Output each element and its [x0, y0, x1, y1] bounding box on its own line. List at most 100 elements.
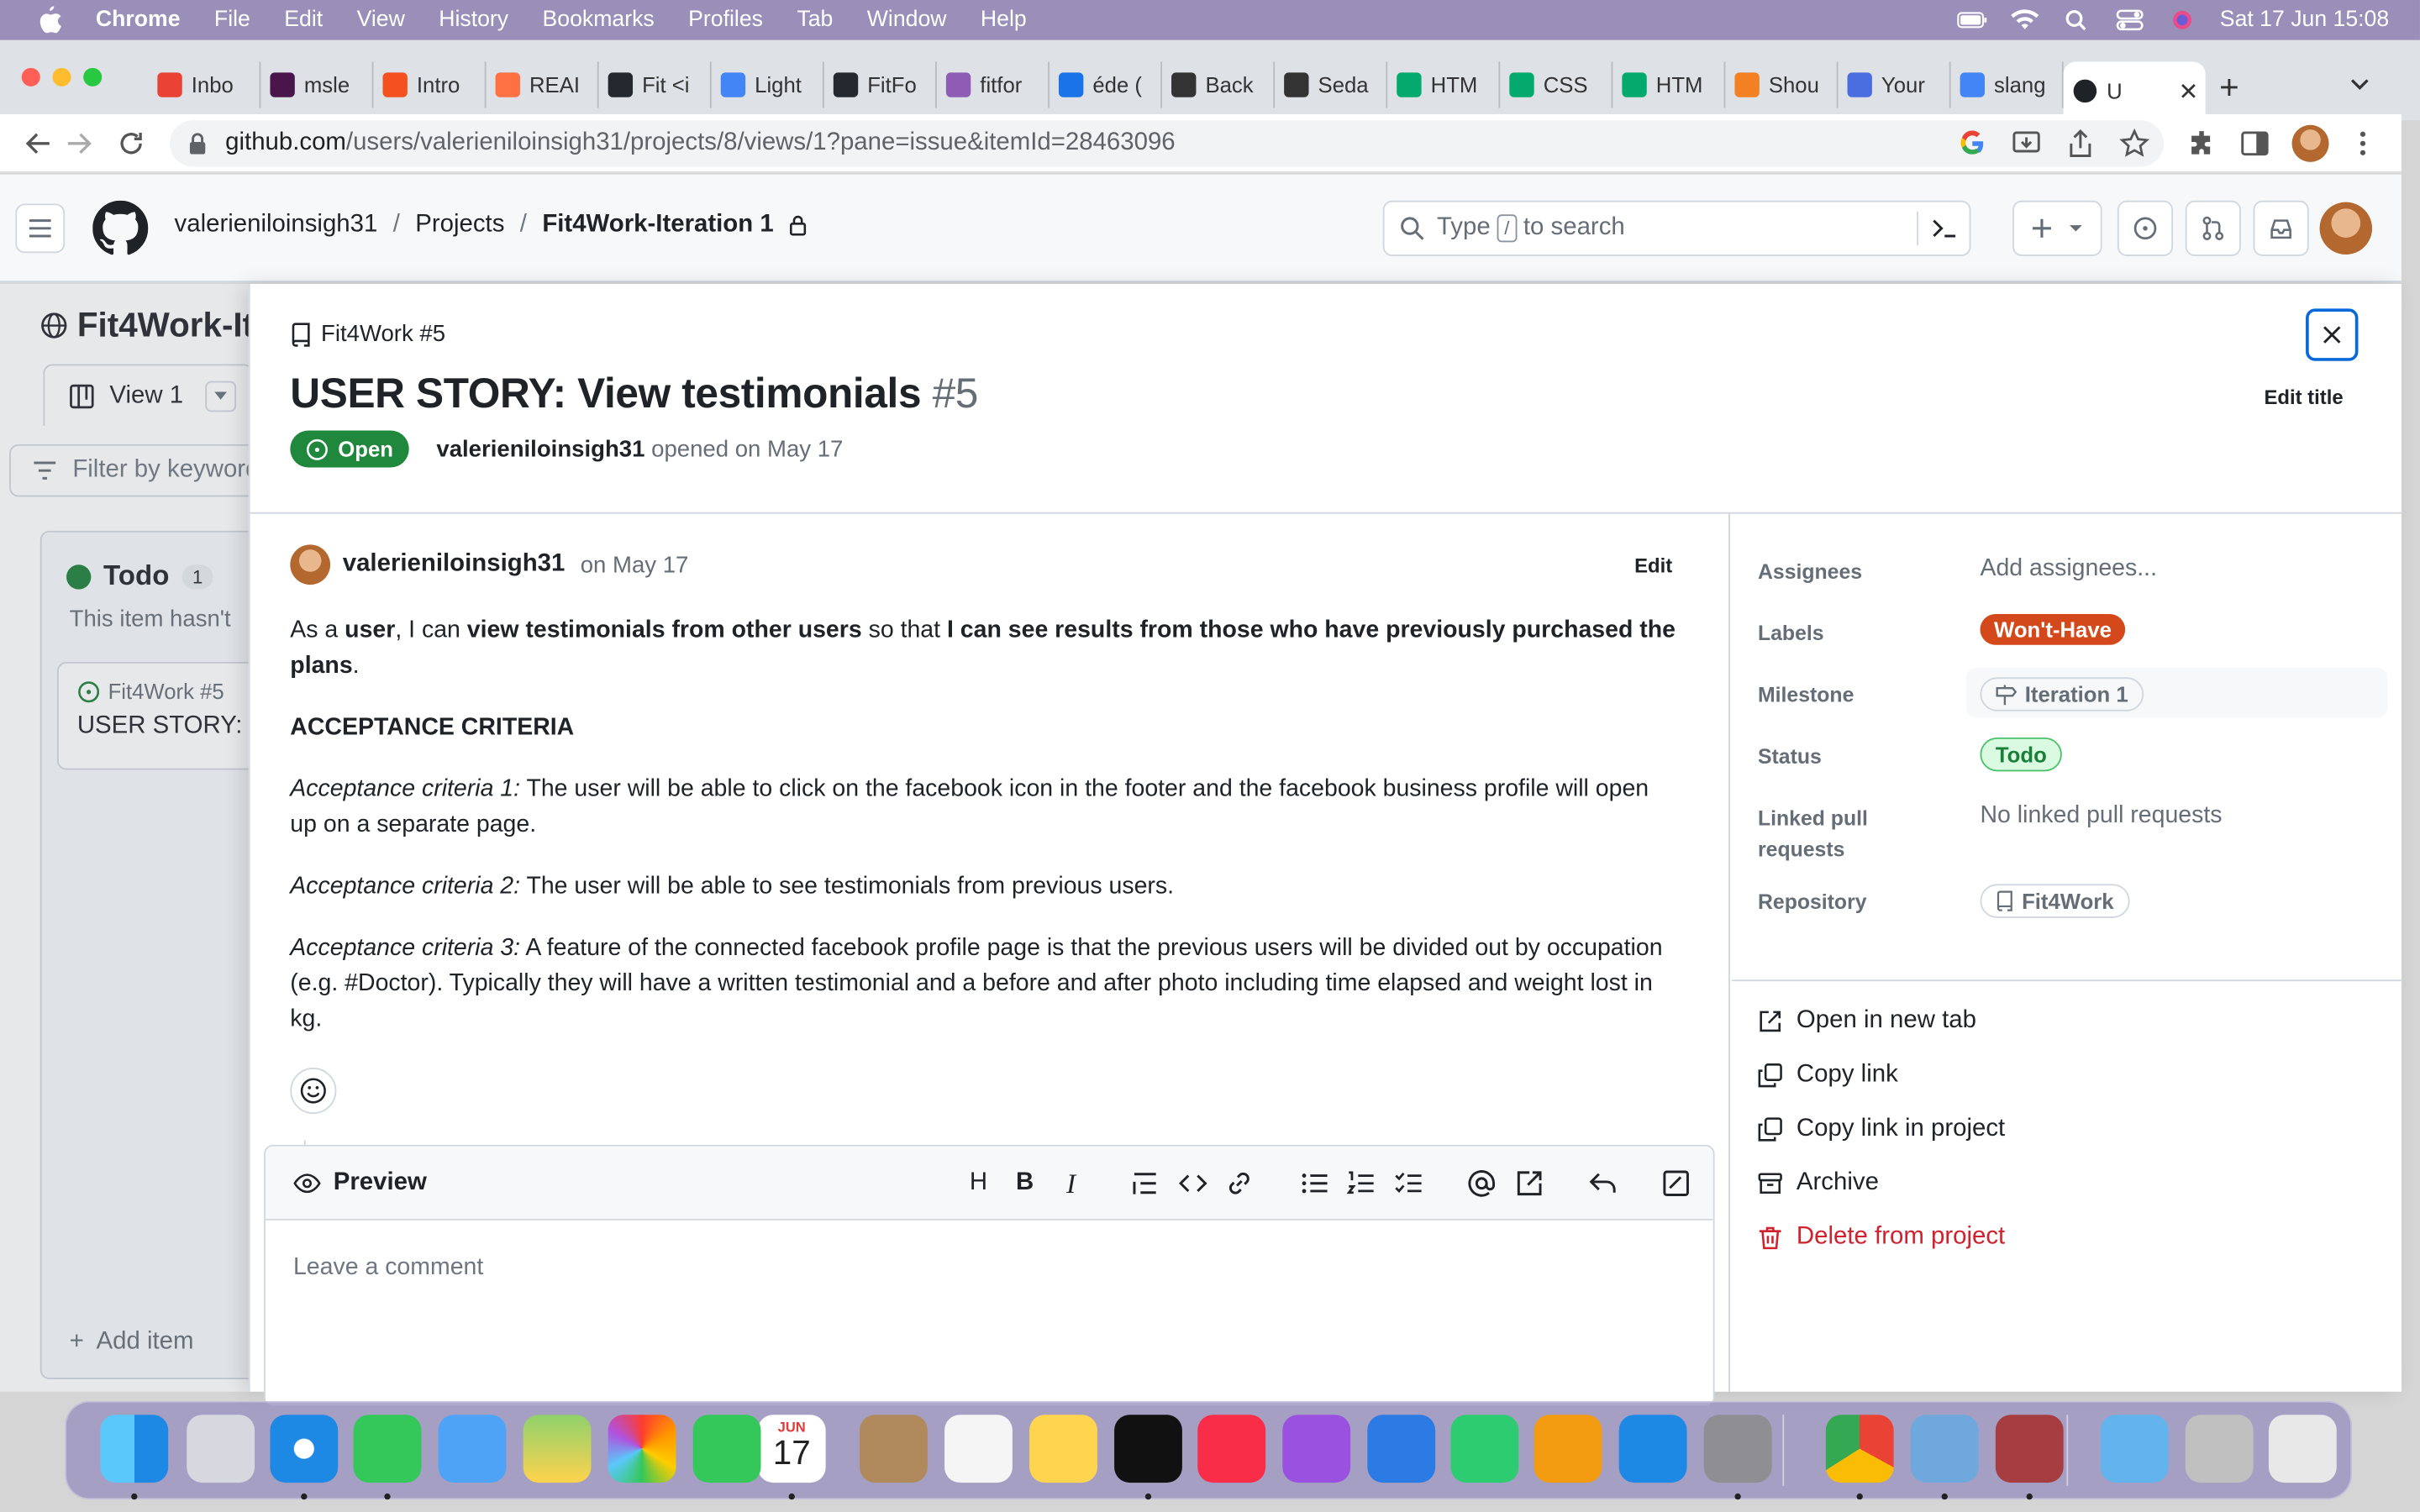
system-settings-icon[interactable]: [1703, 1415, 1772, 1483]
status-badge[interactable]: Todo: [1980, 737, 2063, 772]
browser-tab[interactable]: CSS: [1500, 61, 1613, 108]
copy-link-in-project-button[interactable]: Copy link in project: [1758, 1116, 2005, 1143]
browser-tab[interactable]: Shou: [1725, 61, 1839, 108]
contacts-icon[interactable]: [860, 1415, 928, 1483]
add-reaction-button[interactable]: [290, 1067, 337, 1115]
close-tab-icon[interactable]: [2181, 83, 2196, 98]
user-avatar[interactable]: [2319, 202, 2373, 255]
browser-tab[interactable]: Intro: [373, 61, 487, 108]
install-icon[interactable]: [2011, 128, 2042, 159]
notes-icon[interactable]: [1029, 1415, 1097, 1483]
maps-icon[interactable]: [523, 1415, 592, 1483]
notifications-button[interactable]: [2253, 200, 2309, 256]
menu-edit[interactable]: Edit: [284, 8, 323, 32]
browser-tab[interactable]: slang: [1951, 61, 2064, 108]
copy-link-button[interactable]: Copy link: [1758, 1062, 1898, 1089]
keynote-icon[interactable]: [1367, 1415, 1436, 1483]
browser-tab[interactable]: Fit <i: [599, 61, 712, 108]
siri-icon[interactable]: [2167, 9, 2198, 31]
close-panel-button[interactable]: [2306, 308, 2359, 361]
heading-icon[interactable]: H: [963, 1168, 994, 1199]
menu-help[interactable]: Help: [981, 8, 1027, 32]
wifi-icon[interactable]: [2010, 9, 2041, 31]
link-icon[interactable]: [1224, 1168, 1255, 1199]
pages-icon[interactable]: [1534, 1415, 1602, 1483]
breadcrumb-owner[interactable]: valerieniloinsigh31: [175, 212, 378, 239]
extensions-icon[interactable]: [2187, 128, 2218, 159]
forward-icon[interactable]: [65, 129, 92, 157]
menu-history[interactable]: History: [439, 8, 508, 32]
numbers-icon[interactable]: [1450, 1415, 1519, 1483]
breadcrumb-project[interactable]: Fit4Work-Iteration 1: [542, 212, 773, 239]
google-icon[interactable]: [1957, 128, 1988, 159]
mention-icon[interactable]: [1466, 1168, 1497, 1199]
profile-avatar[interactable]: [2291, 124, 2329, 162]
battery-icon[interactable]: [1957, 9, 1989, 31]
menu-app-chrome[interactable]: Chrome: [96, 8, 181, 32]
menu-bookmarks[interactable]: Bookmarks: [543, 8, 655, 32]
launchpad-icon[interactable]: [187, 1415, 255, 1483]
browser-tab[interactable]: FitFo: [824, 61, 937, 108]
preview-tab[interactable]: Preview: [293, 1168, 427, 1196]
browser-tab-active[interactable]: U: [2063, 61, 2206, 121]
back-icon[interactable]: [24, 129, 52, 157]
podcasts-icon[interactable]: [1282, 1415, 1351, 1483]
new-tab-button[interactable]: +: [2219, 68, 2239, 108]
finder-icon[interactable]: [100, 1415, 169, 1483]
browser-tab[interactable]: REAI: [487, 61, 599, 108]
italic-icon[interactable]: I: [1055, 1167, 1086, 1199]
browser-tab[interactable]: HTM: [1612, 61, 1726, 108]
status-value[interactable]: Todo: [1980, 737, 2063, 772]
issue-repo-reference[interactable]: Fit4Work #5: [290, 321, 445, 347]
app-store-icon[interactable]: [1618, 1415, 1687, 1483]
label-badge[interactable]: Won't-Have: [1980, 614, 2126, 645]
repository-value[interactable]: Fit4Work: [1980, 884, 2129, 919]
preview-icon[interactable]: [1910, 1415, 1979, 1483]
photos-icon[interactable]: [608, 1415, 676, 1483]
tab-search-chevron-icon[interactable]: [2349, 74, 2370, 96]
browser-tab[interactable]: éde (: [1050, 61, 1163, 108]
browser-tab[interactable]: Light: [712, 61, 824, 108]
comment-author[interactable]: valerieniloinsigh31: [343, 551, 566, 579]
assignees-value[interactable]: Add assignees...: [1980, 555, 2157, 583]
calendar-icon[interactable]: JUN 17: [757, 1415, 826, 1483]
issues-button[interactable]: [2117, 200, 2174, 256]
browser-tab[interactable]: msle: [260, 61, 374, 108]
open-in-new-tab-button[interactable]: Open in new tab: [1758, 1007, 1976, 1035]
menu-tab[interactable]: Tab: [797, 8, 833, 32]
browser-tab[interactable]: fitfor: [937, 61, 1050, 108]
safari-icon[interactable]: [270, 1415, 339, 1483]
mail-icon[interactable]: [438, 1415, 507, 1483]
comment-textarea[interactable]: Leave a comment: [293, 1254, 483, 1282]
ordered-list-icon[interactable]: [1346, 1168, 1377, 1199]
avatar[interactable]: [290, 544, 331, 585]
reload-icon[interactable]: [118, 129, 145, 157]
chrome-icon[interactable]: [1825, 1415, 1894, 1483]
browser-tab[interactable]: Your: [1839, 61, 1951, 108]
address-bar[interactable]: github.com/users/valerieniloinsigh31/pro…: [170, 120, 2165, 167]
dictionary-icon[interactable]: [1995, 1415, 2064, 1483]
trash-bin-icon[interactable]: [2268, 1415, 2337, 1483]
search-input[interactable]: Type / to search: [1382, 200, 1971, 256]
labels-value[interactable]: Won't-Have: [1980, 614, 2126, 645]
facetime-icon[interactable]: [692, 1415, 761, 1483]
github-logo-icon[interactable]: [92, 200, 149, 256]
menu-file[interactable]: File: [214, 8, 250, 32]
delete-from-project-button[interactable]: Delete from project: [1758, 1224, 2005, 1252]
command-palette-icon[interactable]: [1931, 216, 1959, 240]
browser-tab[interactable]: Back: [1162, 61, 1276, 108]
browser-tab[interactable]: Inbo: [148, 61, 261, 108]
code-icon[interactable]: [1177, 1168, 1208, 1199]
unordered-list-icon[interactable]: [1300, 1168, 1331, 1199]
create-new-button[interactable]: [2012, 200, 2102, 256]
zoom-window-button[interactable]: [83, 67, 103, 87]
archive-button[interactable]: Archive: [1758, 1169, 1879, 1197]
menu-profiles[interactable]: Profiles: [688, 8, 763, 32]
edit-comment-button[interactable]: Edit: [1634, 554, 1672, 577]
screenshots-folder-icon[interactable]: [2185, 1415, 2254, 1483]
browser-tab[interactable]: Seda: [1275, 61, 1388, 108]
breadcrumb-projects[interactable]: Projects: [415, 212, 504, 239]
share-icon[interactable]: [2065, 128, 2096, 159]
messages-icon[interactable]: [353, 1415, 422, 1483]
control-center-icon[interactable]: [2115, 9, 2146, 31]
